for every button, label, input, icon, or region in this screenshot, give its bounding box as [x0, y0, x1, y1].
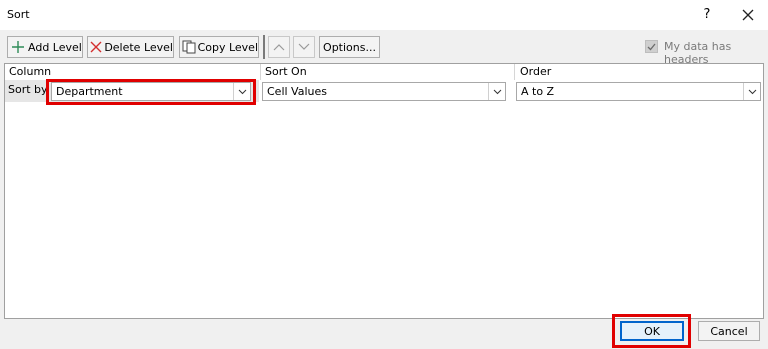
arrow-down-icon [298, 43, 310, 50]
options-label: Options... [323, 40, 376, 54]
copy-level-label: Copy Level [197, 40, 258, 54]
title-bar [0, 0, 768, 30]
header-divider [260, 64, 261, 80]
copy-icon [180, 40, 198, 54]
sort-on-dropdown[interactable]: Cell Values [262, 82, 506, 101]
chevron-down-icon [743, 83, 760, 100]
sort-on-header: Sort On [265, 65, 307, 78]
x-icon [88, 41, 104, 53]
close-button[interactable] [734, 3, 762, 27]
sort-by-label: Sort by [8, 83, 48, 96]
chevron-down-icon [233, 83, 250, 100]
column-header: Column [9, 65, 52, 78]
copy-level-button[interactable]: Copy Level [179, 36, 259, 58]
dialog-title: Sort [7, 8, 30, 21]
delete-level-label: Delete Level [104, 40, 173, 54]
plus-icon [8, 40, 28, 54]
sort-on-dropdown-value: Cell Values [267, 85, 327, 98]
checkmark-icon [647, 43, 656, 51]
column-dropdown-value: Department [56, 85, 123, 98]
delete-level-button[interactable]: Delete Level [87, 36, 174, 58]
my-data-headers-checkbox[interactable] [645, 40, 658, 53]
add-level-button[interactable]: Add Level [7, 36, 83, 58]
help-button[interactable]: ? [694, 3, 720, 27]
ok-button[interactable]: OK [620, 321, 684, 341]
cancel-button[interactable]: Cancel [698, 321, 760, 341]
move-up-button[interactable] [268, 36, 290, 58]
column-dropdown[interactable]: Department [51, 82, 251, 101]
move-down-button[interactable] [293, 36, 315, 58]
order-dropdown-value: A to Z [521, 85, 555, 98]
add-level-label: Add Level [28, 40, 82, 54]
chevron-down-icon [488, 83, 505, 100]
header-divider [514, 64, 515, 80]
toolbar-separator [263, 35, 265, 59]
close-icon [742, 9, 754, 21]
order-header: Order [520, 65, 552, 78]
options-button[interactable]: Options... [319, 36, 380, 58]
order-dropdown[interactable]: A to Z [516, 82, 761, 101]
arrow-up-icon [273, 44, 285, 51]
